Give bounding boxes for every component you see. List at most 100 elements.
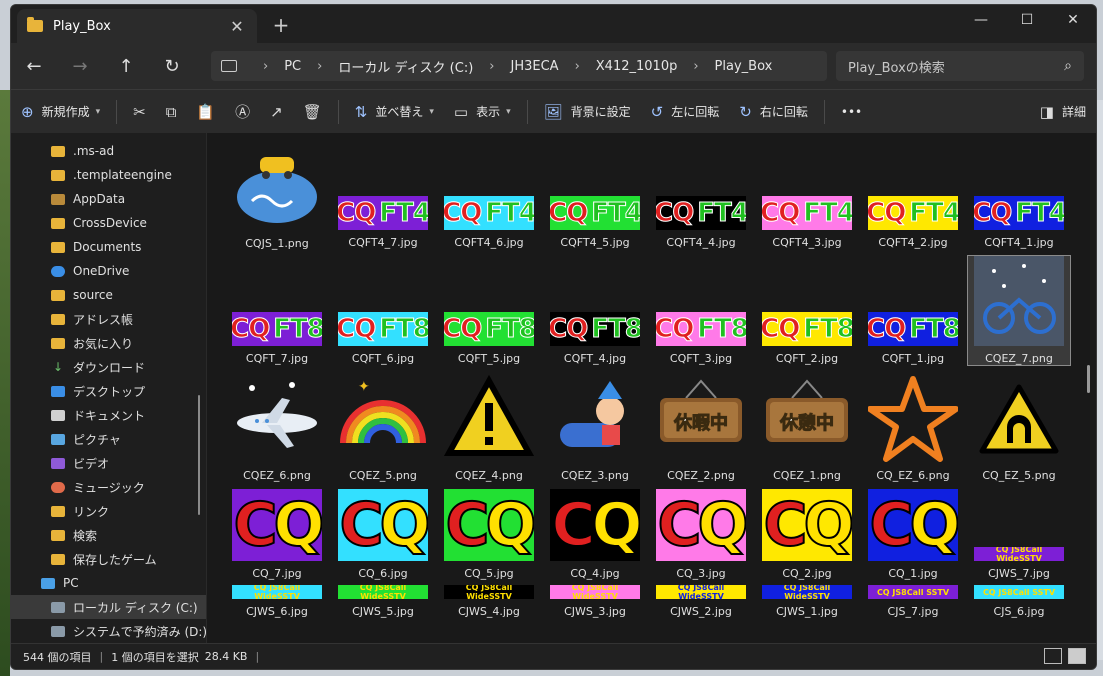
file-tile[interactable]: ✦ CQEZ_5.png (331, 373, 435, 482)
file-tile[interactable]: CQ JS8Call WideSSTV CJWS_1.jpg (755, 585, 859, 618)
rotate-left-button[interactable]: ↺ 左に回転 (641, 96, 730, 128)
maximize-button[interactable]: ☐ (1004, 5, 1050, 35)
sidebar-item[interactable]: ミュージック (11, 475, 206, 499)
file-tile[interactable]: CQ JS8Call WideSSTV CJWS_3.jpg (543, 585, 647, 618)
rename-button[interactable]: Ⓐ (225, 96, 260, 128)
cut-button[interactable]: ✂ (123, 96, 156, 128)
file-tile[interactable]: CQ FT8 CQFT_6.jpg (331, 312, 435, 365)
file-tile[interactable]: C Q CQ_6.jpg (331, 489, 435, 580)
more-options-button[interactable]: ••• (831, 96, 872, 128)
up-button[interactable]: ↑ (103, 56, 149, 77)
file-tile[interactable]: CQ FT4 CQFT4_4.jpg (649, 196, 753, 249)
sidebar-item[interactable]: ドキュメント (11, 403, 206, 427)
file-tile[interactable]: CQ FT8 CQFT_1.jpg (861, 312, 965, 365)
sidebar-item[interactable]: PC (11, 571, 206, 595)
file-tile[interactable]: C Q CQ_4.jpg (543, 489, 647, 580)
sidebar-item[interactable]: ピクチャ (11, 427, 206, 451)
sidebar-item[interactable]: アドレス帳 (11, 307, 206, 331)
sidebar-item-label: システムで予約済み (D:) (73, 624, 206, 639)
file-tile[interactable]: C Q CQ_1.jpg (861, 489, 965, 580)
file-tile[interactable]: CQEZ_6.png (225, 373, 329, 482)
folder-icon (51, 145, 65, 157)
new-button[interactable]: ⊕ 新規作成 ▾ (11, 96, 110, 128)
file-tile[interactable]: C Q CQ_5.jpg (437, 489, 541, 580)
file-tile[interactable]: CQ JS8Call WideSSTV CJWS_6.jpg (225, 585, 329, 618)
sidebar-item[interactable]: ↓ ダウンロード (11, 355, 206, 379)
file-tile[interactable]: CQ FT4 CQFT4_6.jpg (437, 196, 541, 249)
new-tab-button[interactable]: + (269, 13, 293, 37)
strip-thumbnail: CQ JS8Call WideSSTV (232, 585, 322, 599)
file-name: CQFT_2.jpg (775, 352, 839, 365)
file-tile[interactable]: CQ FT4 CQFT4_3.jpg (755, 196, 859, 249)
sidebar-item[interactable]: .templateengine (11, 163, 206, 187)
large-icons-view-button[interactable] (1068, 648, 1086, 664)
file-tile[interactable]: C Q CQ_7.jpg (225, 489, 329, 580)
file-tile[interactable]: CQ JS8Call SSTV CJS_7.jpg (861, 585, 965, 618)
file-tile[interactable]: CQJS_1.png (225, 141, 329, 250)
file-tile[interactable]: C Q CQ_2.jpg (755, 489, 859, 580)
view-button[interactable]: ▭ 表示 ▾ (444, 96, 521, 128)
file-tile[interactable]: CQEZ_4.png (437, 373, 541, 482)
file-tile[interactable]: CQ FT8 CQFT_4.jpg (543, 312, 647, 365)
back-button[interactable]: ← (11, 56, 57, 77)
sidebar-item[interactable]: システムで予約済み (D:) (11, 619, 206, 643)
sidebar-item[interactable]: お気に入り (11, 331, 206, 355)
file-tile[interactable]: CQ JS8Call SSTV CJS_6.jpg (967, 585, 1071, 618)
sidebar-item[interactable]: CrossDevice (11, 211, 206, 235)
close-window-button[interactable]: ✕ (1050, 5, 1096, 35)
set-background-button[interactable]: 🖼 背景に設定 (534, 96, 641, 128)
sidebar-item[interactable]: リンク (11, 499, 206, 523)
file-tile[interactable]: CQ FT4 CQFT4_1.jpg (967, 196, 1071, 249)
file-tile[interactable]: CQ FT4 CQFT4_7.jpg (331, 196, 435, 249)
file-tile[interactable]: CQEZ_7.png (967, 255, 1071, 366)
file-tile[interactable]: CQ_EZ_6.png (861, 373, 965, 482)
sidebar-item[interactable]: Documents (11, 235, 206, 259)
sidebar-item[interactable]: 保存したゲーム (11, 547, 206, 571)
file-tile[interactable]: CQ FT8 CQFT_5.jpg (437, 312, 541, 365)
file-tile[interactable]: CQ FT4 CQFT4_2.jpg (861, 196, 965, 249)
content-scrollbar[interactable] (1087, 365, 1090, 393)
sidebar-item[interactable]: 検索 (11, 523, 206, 547)
breadcrumb-x412[interactable]: X412_1010p (596, 59, 678, 74)
sidebar-item[interactable]: source (11, 283, 206, 307)
file-tile[interactable]: CQ FT4 CQFT4_5.jpg (543, 196, 647, 249)
file-tile[interactable]: C Q CQ_3.jpg (649, 489, 753, 580)
details-view-button[interactable] (1044, 648, 1062, 664)
sidebar-item[interactable]: ビデオ (11, 451, 206, 475)
paste-button[interactable]: 📋 (186, 96, 225, 128)
file-tile[interactable]: CQ_EZ_5.png (967, 373, 1071, 482)
sidebar-item[interactable]: .ms-ad (11, 139, 206, 163)
file-tile[interactable]: CQEZ_3.png (543, 373, 647, 482)
file-tile[interactable]: CQ FT8 CQFT_7.jpg (225, 312, 329, 365)
forward-button[interactable]: → (57, 56, 103, 77)
file-tile[interactable]: CQ JS8Call WideSSTV CJWS_2.jpg (649, 585, 753, 618)
breadcrumb-jh3eca[interactable]: JH3ECA (511, 59, 559, 74)
file-tile[interactable]: 休憩中 CQEZ_1.png (755, 373, 859, 482)
rotate-right-button[interactable]: ↻ 右に回転 (729, 96, 818, 128)
sidebar-item[interactable]: デスクトップ (11, 379, 206, 403)
sidebar-item[interactable]: OneDrive (11, 259, 206, 283)
delete-button[interactable]: 🗑 (293, 96, 332, 128)
file-tile[interactable]: 休暇中 CQEZ_2.png (649, 373, 753, 482)
sort-button[interactable]: ⇅ 並べ替え ▾ (345, 96, 444, 128)
file-tile[interactable]: CQ JS8Call WideSSTV CJWS_4.jpg (437, 585, 541, 618)
breadcrumb-play-box[interactable]: Play_Box (715, 59, 773, 74)
address-bar[interactable]: › PC › ローカル ディスク (C:) › JH3ECA › X412_10… (211, 51, 827, 81)
breadcrumb-local-disk[interactable]: ローカル ディスク (C:) (338, 57, 473, 76)
copy-button[interactable]: ⧉ (156, 96, 187, 128)
file-tile[interactable]: CQ JS8Call WideSSTV CJWS_5.jpg (331, 585, 435, 618)
share-button[interactable]: ↗ (260, 96, 293, 128)
file-tile[interactable]: CQ FT8 CQFT_3.jpg (649, 312, 753, 365)
close-tab-button[interactable]: ✕ (227, 17, 247, 36)
cq-thumbnail: CQ (656, 489, 746, 561)
details-button[interactable]: ◨ 詳細 (1030, 96, 1096, 128)
tab-play-box[interactable]: Play_Box ✕ (17, 9, 257, 43)
sidebar-item[interactable]: AppData (11, 187, 206, 211)
sidebar-item[interactable]: ローカル ディスク (C:) (11, 595, 206, 619)
file-tile[interactable]: CQ FT8 CQFT_2.jpg (755, 312, 859, 365)
search-input[interactable]: Play_Boxの検索 ⌕ (836, 51, 1084, 81)
breadcrumb-pc[interactable]: PC (284, 59, 301, 74)
refresh-button[interactable]: ↻ (149, 56, 195, 77)
minimize-button[interactable]: — (958, 5, 1004, 35)
file-tile[interactable]: CQ JS8Call WideSSTV CJWS_7.jpg (967, 547, 1071, 580)
